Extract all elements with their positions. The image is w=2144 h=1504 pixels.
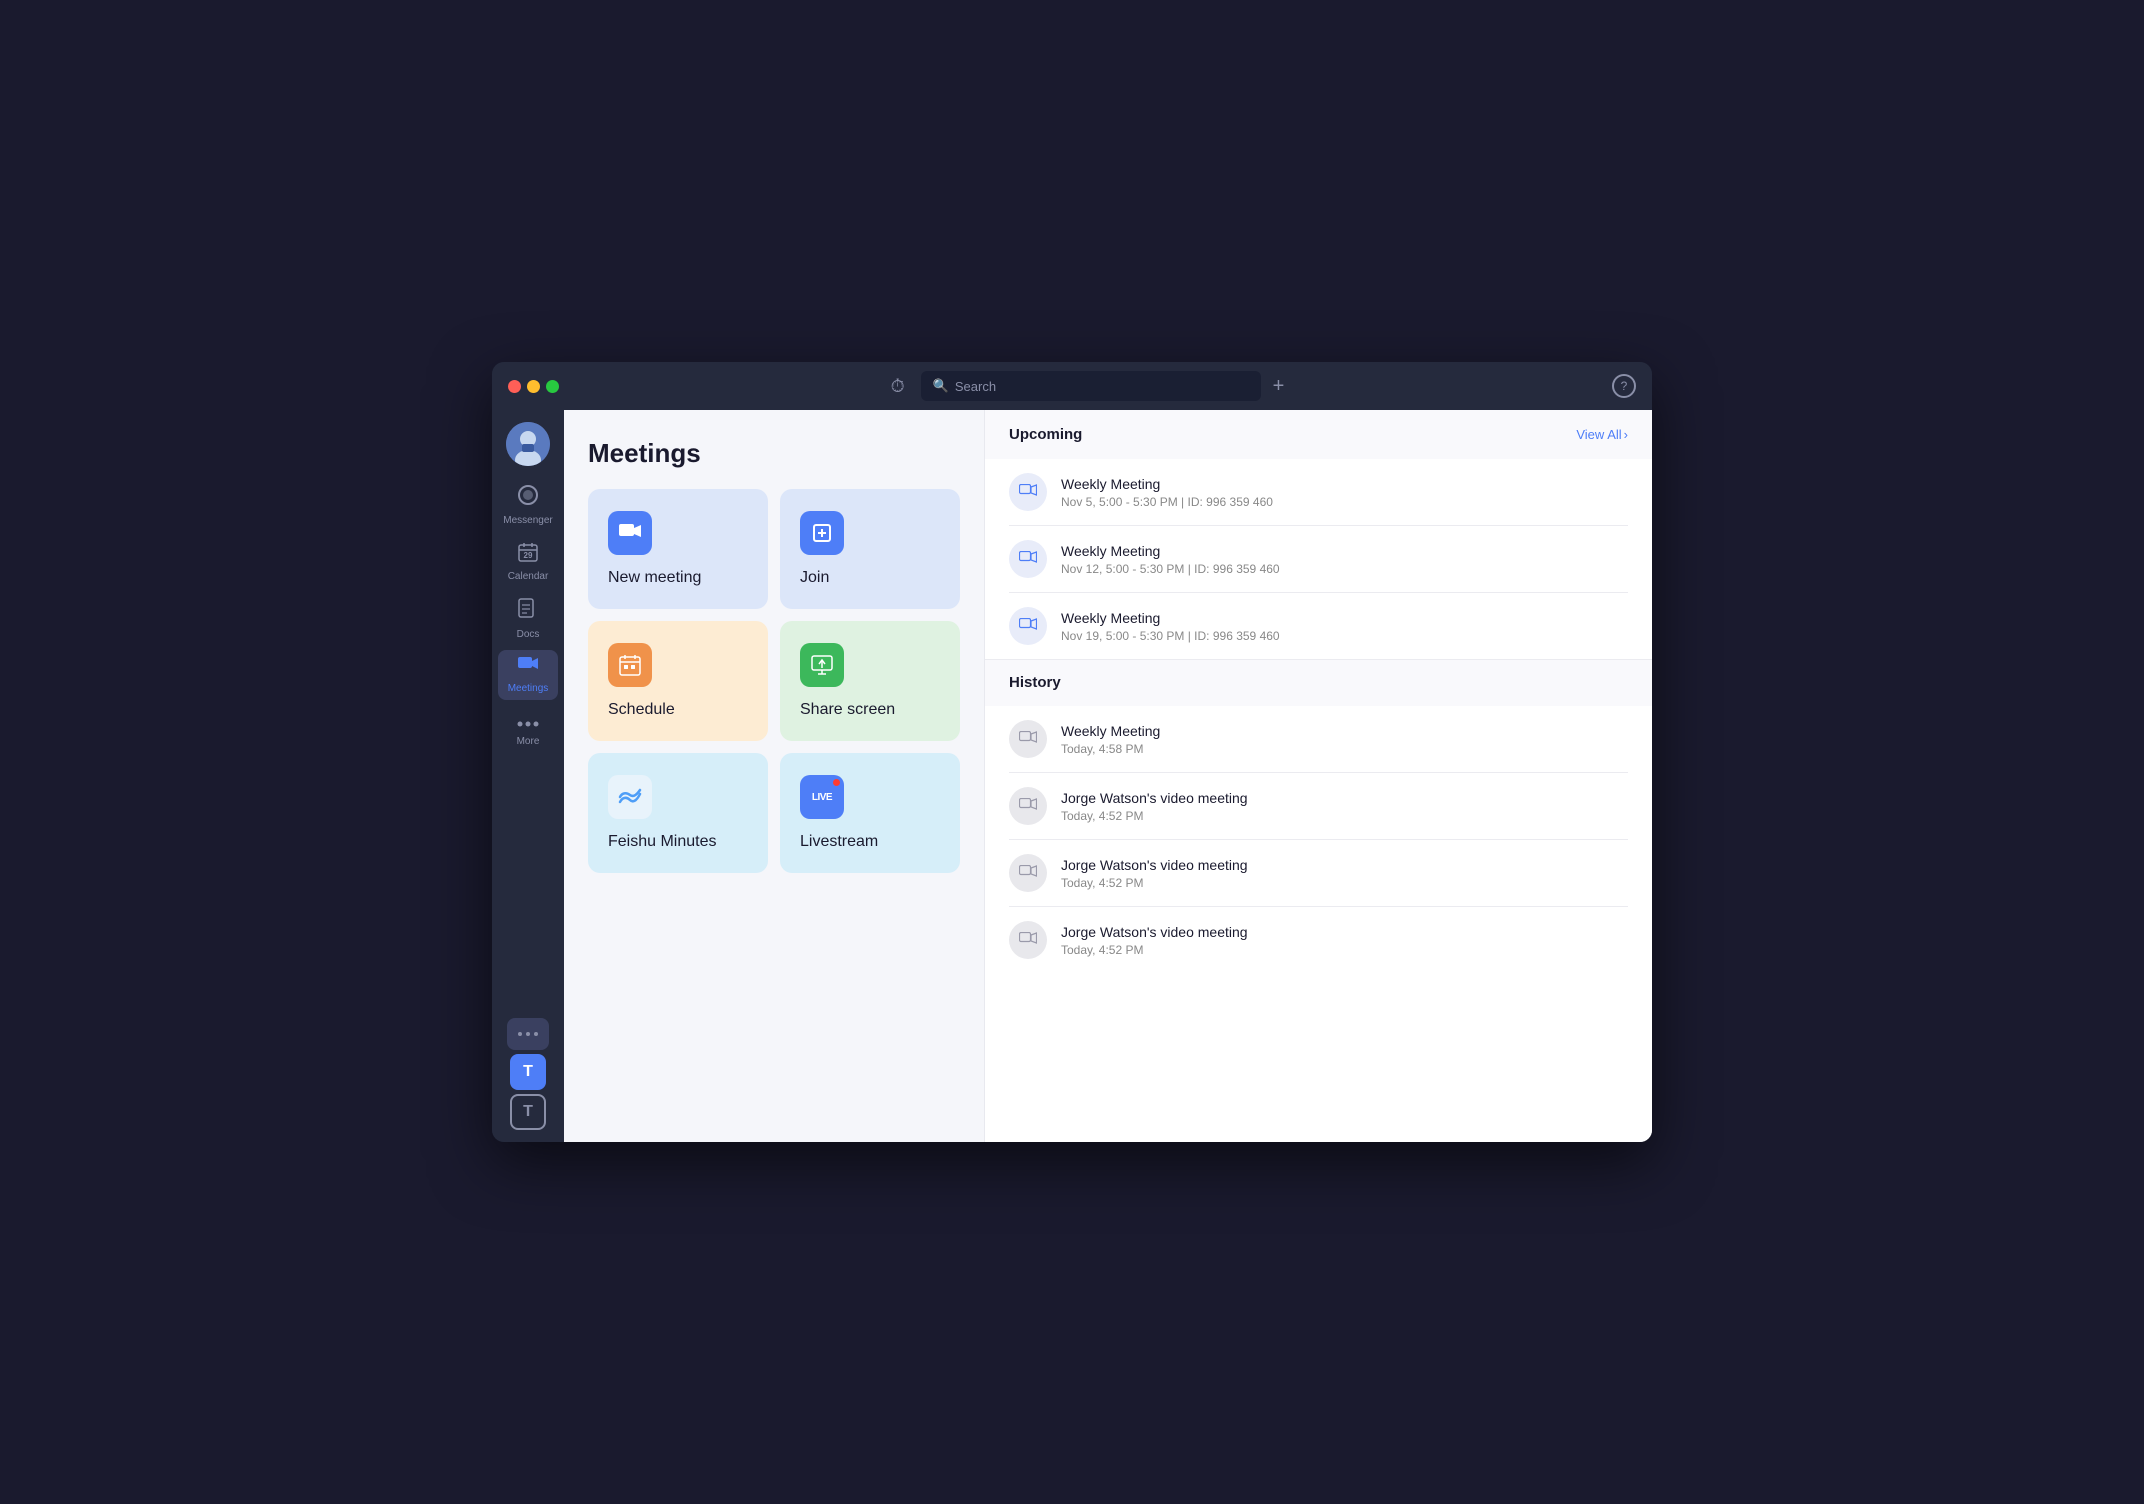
svg-text:29: 29 xyxy=(524,551,533,560)
sidebar-item-calendar[interactable]: 29 Calendar xyxy=(498,536,558,588)
meeting-meta: Nov 12, 5:00 - 5:30 PM | ID: 996 359 460 xyxy=(1061,562,1628,576)
main-content: Meetings New meeting xyxy=(564,410,1652,1142)
sidebar-label-more: More xyxy=(517,736,540,747)
traffic-lights xyxy=(508,380,559,393)
schedule-label: Schedule xyxy=(608,701,748,719)
docs-icon xyxy=(518,598,538,626)
right-panel: Upcoming View All › xyxy=(984,410,1652,1142)
avatar[interactable] xyxy=(506,422,550,466)
feishu-minutes-icon xyxy=(608,775,652,819)
titlebar-center: ⏱ 🔍 Search + xyxy=(571,371,1600,401)
schedule-icon xyxy=(608,643,652,687)
help-button[interactable]: ? xyxy=(1612,374,1636,398)
sidebar-item-messenger[interactable]: Messenger xyxy=(498,478,558,532)
titlebar: ⏱ 🔍 Search + ? xyxy=(492,362,1652,410)
upcoming-title: Upcoming xyxy=(1009,426,1082,443)
sidebar: Messenger 29 Calendar xyxy=(492,410,564,1142)
history-meeting-icon xyxy=(1009,787,1047,825)
more-icon xyxy=(517,710,539,733)
join-icon xyxy=(800,511,844,555)
table-row[interactable]: Weekly Meeting Today, 4:58 PM xyxy=(1009,706,1628,773)
meetings-panel: Meetings New meeting xyxy=(564,410,984,1142)
share-screen-icon xyxy=(800,643,844,687)
titlebar-right: ? xyxy=(1612,374,1636,398)
calendar-icon: 29 xyxy=(518,542,538,568)
table-row[interactable]: Jorge Watson's video meeting Today, 4:52… xyxy=(1009,907,1628,973)
view-all-button[interactable]: View All › xyxy=(1576,427,1628,442)
schedule-card[interactable]: Schedule xyxy=(588,621,768,741)
livestream-icon: LIVE xyxy=(800,775,844,819)
upcoming-list: Weekly Meeting Nov 5, 5:00 - 5:30 PM | I… xyxy=(985,459,1652,659)
history-header: History xyxy=(985,659,1652,706)
history-list: Weekly Meeting Today, 4:58 PM Jorg xyxy=(985,706,1652,973)
meeting-name: Weekly Meeting xyxy=(1061,476,1628,492)
search-icon: 🔍 xyxy=(933,378,949,394)
history-meeting-meta: Today, 4:52 PM xyxy=(1061,943,1628,957)
meeting-icon xyxy=(1009,540,1047,578)
sidebar-item-docs[interactable]: Docs xyxy=(498,592,558,646)
table-row[interactable]: Jorge Watson's video meeting Today, 4:52… xyxy=(1009,773,1628,840)
minimize-button[interactable] xyxy=(527,380,540,393)
join-label: Join xyxy=(800,569,940,587)
meeting-icon xyxy=(1009,473,1047,511)
add-button[interactable]: + xyxy=(1273,375,1285,398)
meeting-name: Weekly Meeting xyxy=(1061,543,1628,559)
history-meeting-meta: Today, 4:52 PM xyxy=(1061,876,1628,890)
history-meeting-name: Jorge Watson's video meeting xyxy=(1061,790,1628,806)
meeting-meta: Nov 5, 5:00 - 5:30 PM | ID: 996 359 460 xyxy=(1061,495,1628,509)
sidebar-label-calendar: Calendar xyxy=(508,571,549,582)
close-button[interactable] xyxy=(508,380,521,393)
history-meeting-meta: Today, 4:52 PM xyxy=(1061,809,1628,823)
search-bar[interactable]: 🔍 Search xyxy=(921,371,1261,401)
meetings-title: Meetings xyxy=(588,438,960,469)
table-row[interactable]: Weekly Meeting Nov 5, 5:00 - 5:30 PM | I… xyxy=(1009,459,1628,526)
history-meeting-name: Jorge Watson's video meeting xyxy=(1061,924,1628,940)
table-row[interactable]: Weekly Meeting Nov 12, 5:00 - 5:30 PM | … xyxy=(1009,526,1628,593)
history-meeting-name: Jorge Watson's video meeting xyxy=(1061,857,1628,873)
sidebar-label-messenger: Messenger xyxy=(503,515,552,526)
history-meeting-icon xyxy=(1009,854,1047,892)
share-screen-card[interactable]: Share screen xyxy=(780,621,960,741)
action-grid: New meeting Join xyxy=(588,489,960,873)
sidebar-user-t[interactable]: T xyxy=(510,1054,546,1090)
upcoming-header: Upcoming View All › xyxy=(985,410,1652,459)
new-meeting-label: New meeting xyxy=(608,569,748,587)
feishu-minutes-card[interactable]: Feishu Minutes xyxy=(588,753,768,873)
sidebar-dots-button[interactable] xyxy=(507,1018,549,1050)
avatar-image xyxy=(506,422,550,466)
share-screen-label: Share screen xyxy=(800,701,940,719)
meeting-icon xyxy=(1009,607,1047,645)
meeting-meta: Nov 19, 5:00 - 5:30 PM | ID: 996 359 460 xyxy=(1061,629,1628,643)
history-title: History xyxy=(1009,674,1061,691)
meetings-icon xyxy=(517,656,539,680)
new-meeting-card[interactable]: New meeting xyxy=(588,489,768,609)
history-meeting-meta: Today, 4:58 PM xyxy=(1061,742,1628,756)
livestream-label: Livestream xyxy=(800,833,940,851)
table-row[interactable]: Jorge Watson's video meeting Today, 4:52… xyxy=(1009,840,1628,907)
sidebar-label-docs: Docs xyxy=(517,629,540,640)
history-meeting-icon xyxy=(1009,720,1047,758)
livestream-card[interactable]: LIVE Livestream xyxy=(780,753,960,873)
sidebar-item-meetings[interactable]: Meetings xyxy=(498,650,558,700)
search-placeholder: Search xyxy=(955,379,996,394)
new-meeting-icon xyxy=(608,511,652,555)
history-button[interactable]: ⏱ xyxy=(887,372,909,401)
app-body: Messenger 29 Calendar xyxy=(492,410,1652,1142)
app-window: ⏱ 🔍 Search + ? xyxy=(492,362,1652,1142)
sidebar-label-meetings: Meetings xyxy=(508,683,549,694)
feishu-minutes-label: Feishu Minutes xyxy=(608,833,748,851)
messenger-icon xyxy=(517,484,539,512)
sidebar-account-t[interactable]: T xyxy=(510,1094,546,1130)
sidebar-item-more[interactable]: More xyxy=(498,704,558,753)
maximize-button[interactable] xyxy=(546,380,559,393)
history-meeting-icon xyxy=(1009,921,1047,959)
table-row[interactable]: Weekly Meeting Nov 19, 5:00 - 5:30 PM | … xyxy=(1009,593,1628,659)
meeting-name: Weekly Meeting xyxy=(1061,610,1628,626)
join-card[interactable]: Join xyxy=(780,489,960,609)
history-meeting-name: Weekly Meeting xyxy=(1061,723,1628,739)
